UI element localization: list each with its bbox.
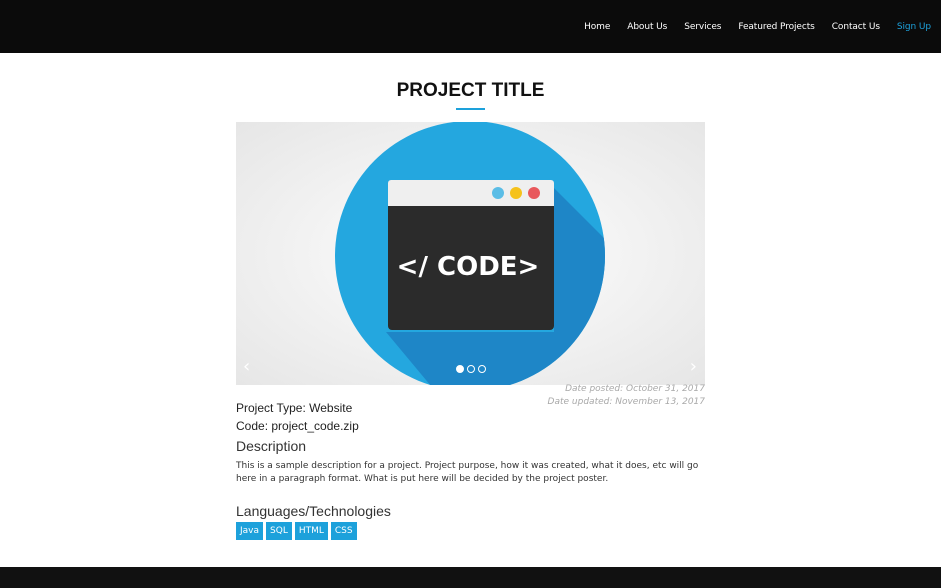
tag-java[interactable]: Java — [236, 522, 264, 540]
footer — [0, 567, 941, 588]
tag-html[interactable]: HTML — [294, 522, 328, 540]
nav-sign-up[interactable]: Sign Up — [897, 22, 931, 32]
project-code: Code: project_code.zip — [236, 419, 359, 433]
carousel-indicators — [456, 365, 489, 373]
carousel-dot-2[interactable] — [467, 365, 475, 373]
code-illustration: </ CODE> — [335, 122, 605, 385]
navbar: Home About Us Services Featured Projects… — [0, 0, 941, 53]
technology-tags: Java SQL HTML CSS — [236, 522, 360, 540]
project-type: Project Type: Website — [236, 401, 353, 415]
date-posted: Date posted: October 31, 2017 — [565, 384, 705, 394]
image-carousel[interactable]: </ CODE> ‹ › — [236, 122, 705, 385]
date-updated: Date updated: November 13, 2017 — [547, 397, 705, 407]
carousel-next-icon[interactable]: › — [690, 358, 697, 376]
window-button-blue-icon — [492, 187, 504, 199]
nav-home[interactable]: Home — [584, 22, 610, 32]
carousel-dot-1[interactable] — [456, 365, 464, 373]
nav-featured-projects[interactable]: Featured Projects — [738, 22, 814, 32]
carousel-prev-icon[interactable]: ‹ — [243, 358, 250, 376]
page-title: PROJECT TITLE — [396, 80, 545, 101]
nav-links: Home About Us Services Featured Projects… — [567, 0, 931, 53]
carousel-dot-3[interactable] — [478, 365, 486, 373]
window-button-yellow-icon — [510, 187, 522, 199]
project-dates: Date posted: October 31, 2017 Date updat… — [548, 383, 705, 409]
tag-sql[interactable]: SQL — [266, 522, 292, 540]
description-text: This is a sample description for a proje… — [236, 461, 699, 484]
window-button-red-icon — [528, 187, 540, 199]
nav-about-us[interactable]: About Us — [627, 22, 667, 32]
tag-css[interactable]: CSS — [330, 522, 357, 540]
nav-services[interactable]: Services — [684, 22, 721, 32]
title-underline — [456, 108, 485, 110]
nav-contact-us[interactable]: Contact Us — [832, 22, 880, 32]
languages-heading: Languages/Technologies — [236, 503, 391, 519]
description-heading: Description — [236, 438, 307, 454]
code-label: </ CODE> — [397, 252, 540, 282]
